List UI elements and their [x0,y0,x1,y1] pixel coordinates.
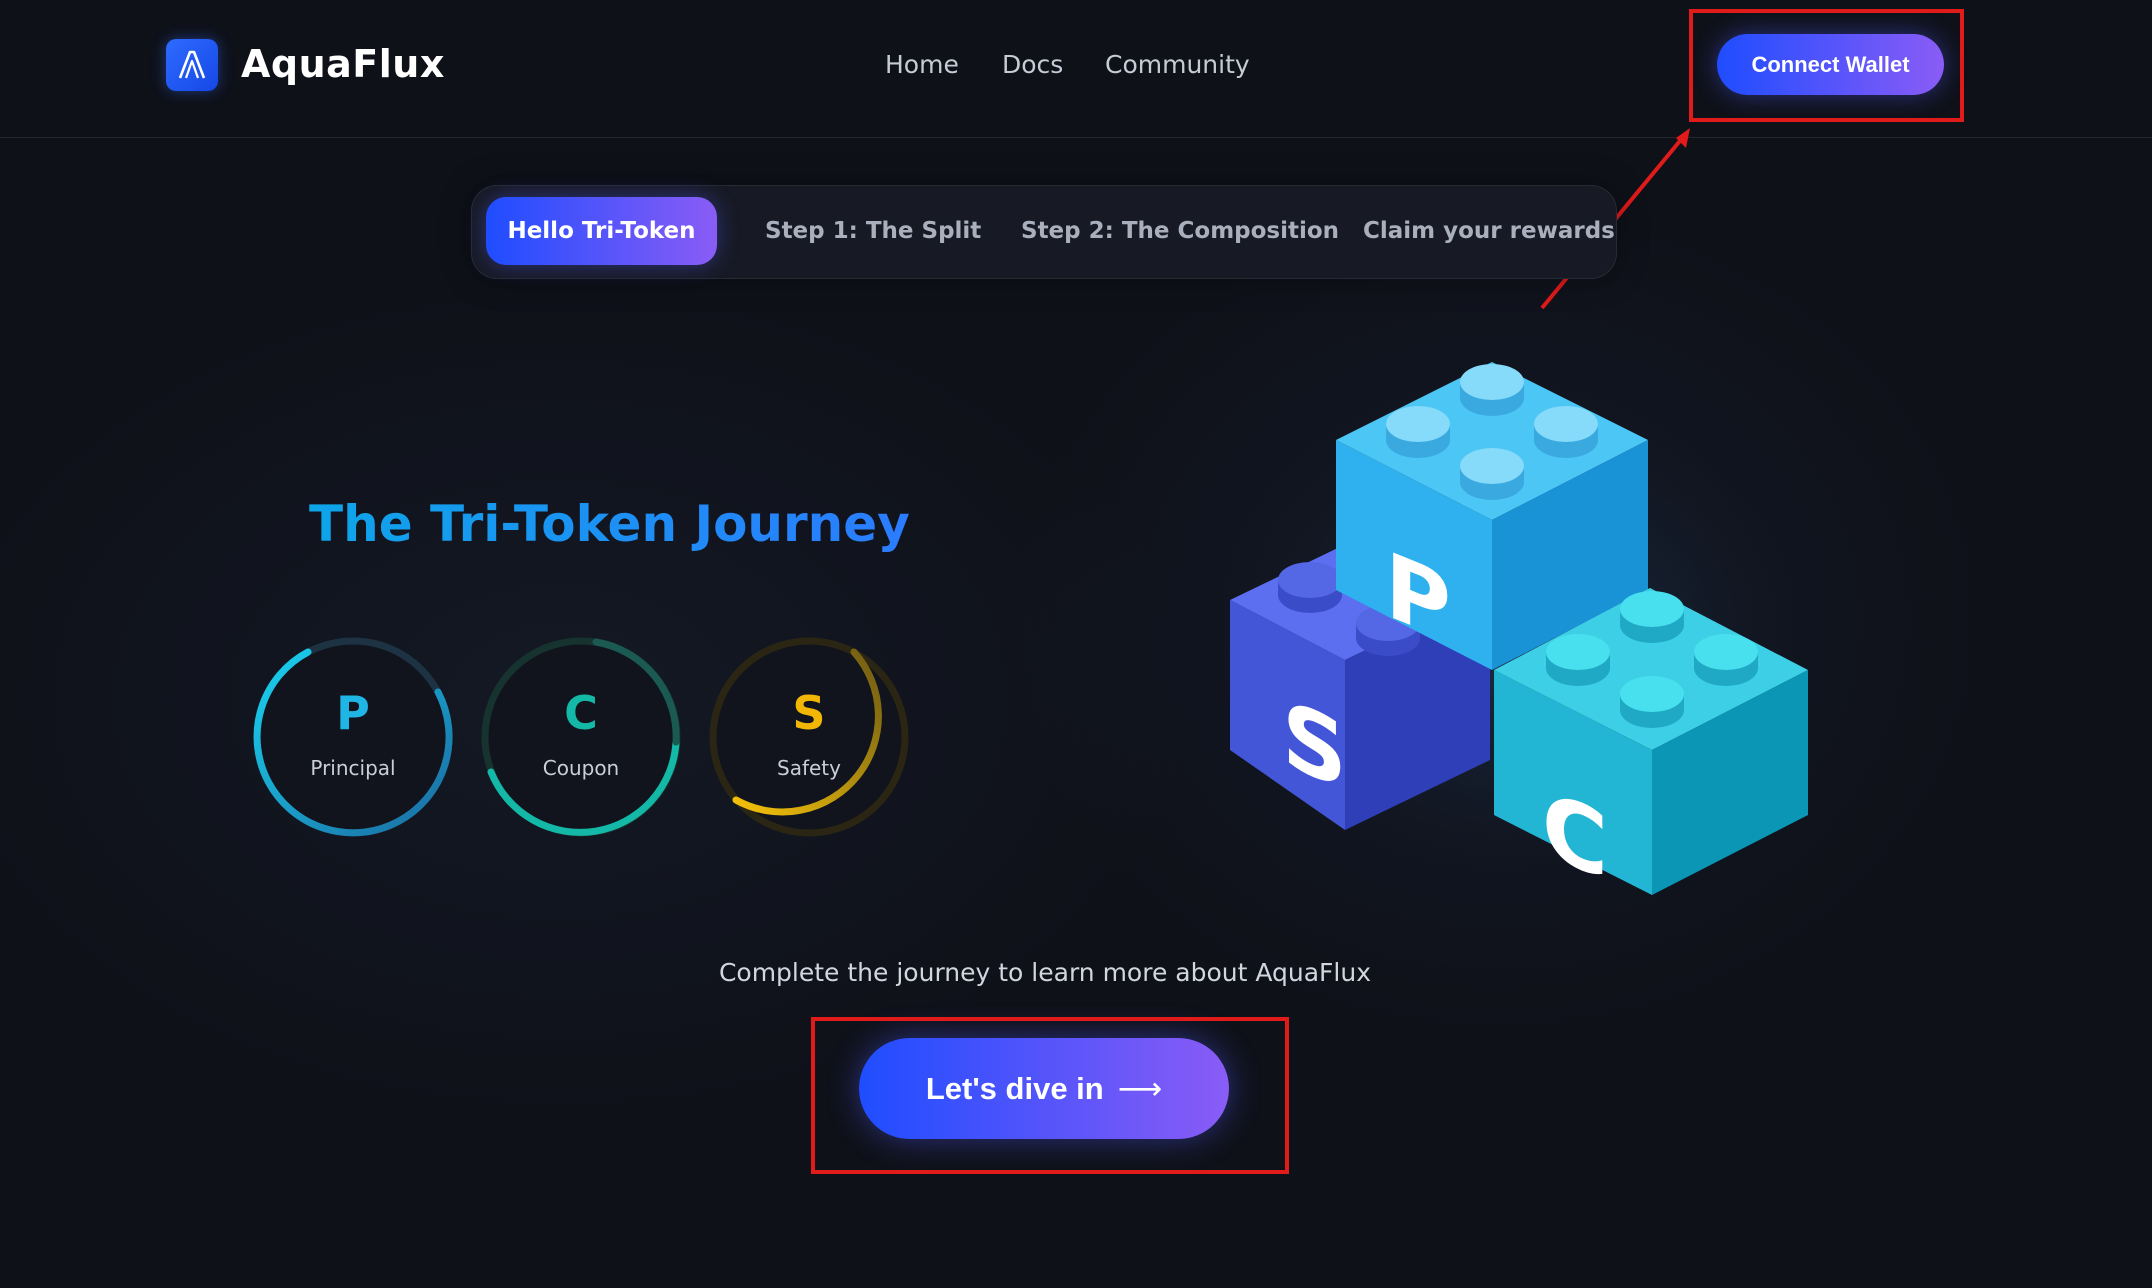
nav-home-link[interactable]: Home [885,50,959,79]
principal-label: Principal [310,756,396,780]
token-coupon: C Coupon [476,632,686,842]
tab-step-2-composition[interactable]: Step 2: The Composition [1021,197,1339,265]
token-safety: S Safety [704,632,914,842]
journey-title: The Tri-Token Journey [309,495,910,553]
coupon-letter: C [564,686,598,740]
safety-letter: S [792,686,826,740]
tri-token-blocks-illustration: S P C [1200,362,1840,910]
tab-hello-tri-token[interactable]: Hello Tri-Token [486,197,717,265]
brand-name[interactable]: AquaFlux [241,42,445,86]
highlight-box-connect-wallet [1689,9,1964,122]
journey-subtitle: Complete the journey to learn more about… [718,958,1372,987]
coupon-label: Coupon [542,756,620,780]
principal-letter: P [336,686,370,740]
token-principal: P Principal [248,632,458,842]
tab-step-1-split[interactable]: Step 1: The Split [765,197,981,265]
nav-docs-link[interactable]: Docs [1002,50,1063,79]
journey-tabs: Hello Tri-Token Step 1: The Split Step 2… [471,185,1617,279]
tab-claim-rewards[interactable]: Claim your rewards [1363,197,1615,265]
page: AquaFlux Home Docs Community Connect Wal… [0,0,2152,1288]
highlight-box-dive-in [811,1017,1289,1174]
safety-label: Safety [777,756,841,780]
aquaflux-logo-icon[interactable] [166,39,218,91]
nav-community-link[interactable]: Community [1105,50,1250,79]
